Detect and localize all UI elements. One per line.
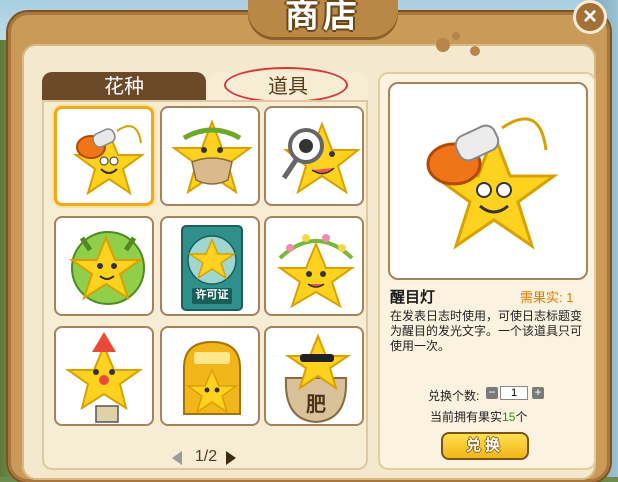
page-indicator: 1/2 — [194, 448, 218, 465]
increase-quantity-button[interactable]: + — [532, 386, 544, 399]
item-description: 在发表日志时使用，可使日志标题变为醒目的发光文字。一个该道具只可使用一次。 — [390, 309, 583, 353]
clown-star-icon — [64, 332, 144, 423]
item-cell-clown[interactable] — [54, 326, 154, 426]
exchange-button[interactable]: 兑换 — [441, 432, 529, 460]
star-with-magnifier-icon — [281, 121, 361, 195]
star-with-lamp-icon — [426, 117, 559, 250]
owned-fruit-count: 15 — [502, 410, 516, 424]
star-with-horns-icon — [68, 231, 145, 305]
item-cell-magnifier[interactable] — [264, 106, 364, 206]
item-cell-horns[interactable] — [54, 216, 154, 316]
tab-highlight-ellipse — [224, 67, 348, 103]
close-button[interactable]: × — [573, 0, 607, 34]
dialog-title: 商店 — [285, 0, 361, 35]
required-fruit: 需果实: 1 — [520, 287, 573, 306]
decrease-quantity-button[interactable]: − — [486, 386, 498, 399]
star-with-laurel-mask-icon — [170, 119, 254, 195]
star-with-flower-crown-icon — [276, 234, 356, 309]
owned-fruit: 当前拥有果实15个 — [430, 408, 527, 425]
item-cell-laurel-mask[interactable] — [160, 106, 260, 206]
quantity-label: 兑换个数: — [428, 389, 480, 403]
golden-bell-star-icon — [183, 340, 241, 415]
owned-fruit-suffix: 个 — [515, 410, 528, 424]
required-fruit-label: 需果实: — [520, 290, 563, 305]
decor-dot — [470, 46, 480, 56]
item-cell-permit[interactable]: 许可证 — [160, 216, 260, 316]
fertilizer-bag-label: 肥 — [306, 394, 326, 416]
tab-flower-seeds[interactable]: 花种 — [42, 72, 206, 102]
decor-dot — [436, 38, 450, 52]
item-cell-flower-crown[interactable] — [264, 216, 364, 316]
item-cell-fertilizer[interactable]: 肥 — [264, 326, 364, 426]
item-cell-lamp[interactable] — [54, 106, 154, 206]
item-name: 醒目灯 — [390, 289, 436, 306]
next-page-icon[interactable] — [226, 451, 236, 465]
quantity-input[interactable] — [500, 386, 528, 400]
permit-card-label: 许可证 — [195, 289, 229, 301]
item-cell-golden-bell[interactable] — [160, 326, 260, 426]
decor-dot — [452, 32, 460, 40]
prev-page-icon[interactable] — [172, 451, 182, 465]
star-with-lamp-icon — [72, 125, 146, 196]
item-preview — [388, 82, 588, 280]
owned-fruit-prefix: 当前拥有果实 — [430, 410, 503, 424]
pager: 1/2 — [168, 448, 248, 468]
required-fruit-value: 1 — [566, 290, 574, 305]
